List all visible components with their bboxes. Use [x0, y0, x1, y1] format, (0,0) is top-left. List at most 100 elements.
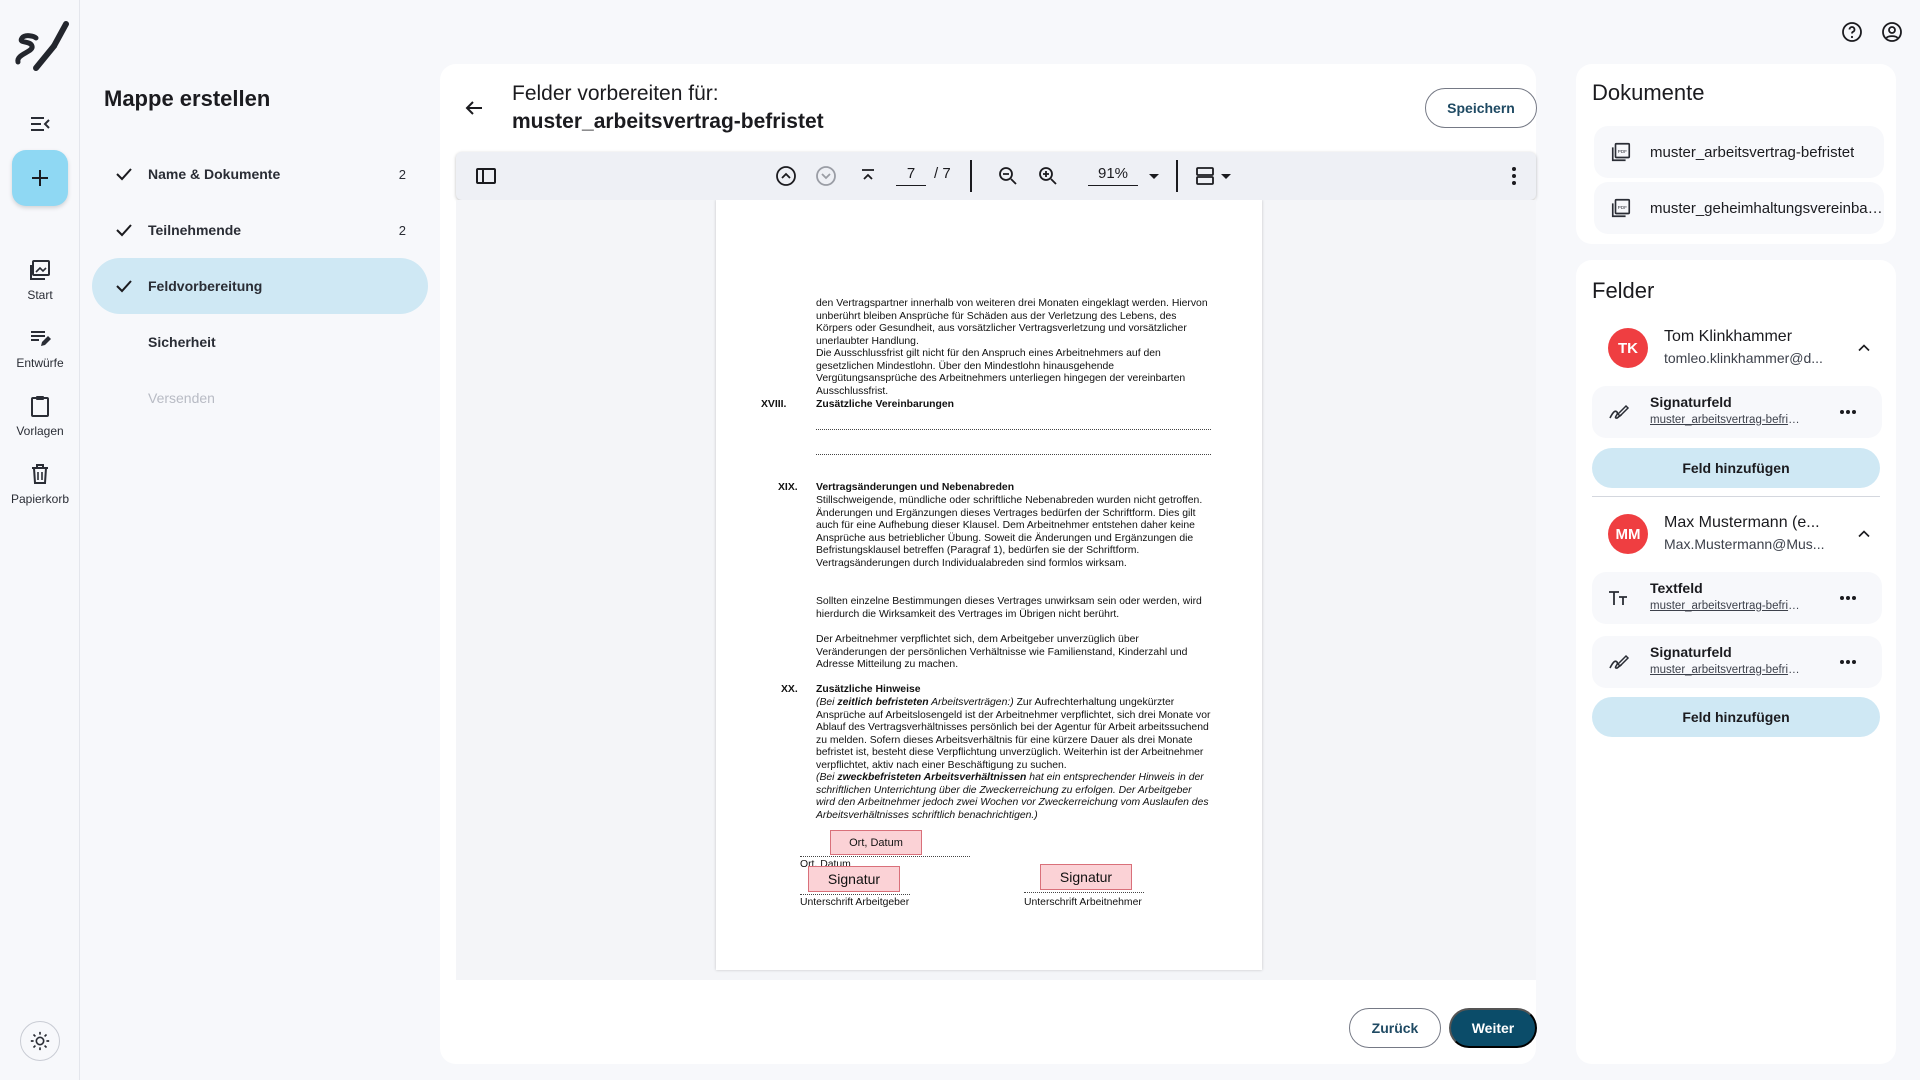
section-heading: Zusätzliche Hinweise [816, 684, 921, 695]
text-italic: Arbeitsverträgen:) [928, 697, 1014, 708]
view-mode-icon[interactable] [1194, 164, 1238, 188]
field-document-link[interactable]: muster_arbeitsvertrag-befristet [1650, 414, 1805, 426]
section-heading: Vertragsänderungen und Nebenabreden [816, 482, 1015, 493]
add-field-button[interactable]: Feld hinzufügen [1592, 697, 1880, 737]
more-horizontal-icon[interactable] [1838, 592, 1858, 604]
field-item[interactable]: Signaturfeld muster_arbeitsvertrag-befri… [1592, 386, 1882, 438]
paragraph: Der Arbeitnehmer verpflichtet sich, dem … [816, 634, 1188, 671]
step-name-documents[interactable]: Name & Dokumente 2 [92, 146, 428, 202]
more-horizontal-icon[interactable] [1838, 656, 1858, 668]
document-item[interactable]: PDF muster_arbeitsvertrag-befristet [1594, 126, 1884, 178]
section-number: XIX. [778, 482, 798, 493]
participant-header[interactable]: MM Max Mustermann (e... Max.Mustermann@M… [1592, 504, 1882, 564]
navigation-rail: Start Entwürfe Vorlagen Papierkorb [0, 0, 80, 1080]
help-icon[interactable] [1840, 20, 1864, 44]
fields-title: Felder [1592, 278, 1655, 303]
rail-item-drafts[interactable]: Entwürfe [0, 326, 80, 370]
chevron-up-icon[interactable] [1854, 524, 1874, 544]
field-item[interactable]: Textfeld muster_arbeitsvertrag-befristet [1592, 572, 1882, 624]
employer-signature-field[interactable]: Signatur [808, 866, 900, 892]
field-name: Signaturfeld [1650, 644, 1732, 660]
sidebar-toggle-icon[interactable] [474, 164, 498, 188]
dotted-line [816, 429, 1211, 430]
text-italic: (Bei [816, 697, 838, 708]
step-label: Feldvorbereitung [148, 278, 263, 294]
documents-title: Dokumente [1592, 80, 1705, 105]
field-document-link[interactable]: muster_arbeitsvertrag-befristet [1650, 664, 1805, 676]
step-participants[interactable]: Teilnehmende 2 [92, 202, 428, 258]
participant-email: tomleo.klinkhammer@d... [1664, 350, 1823, 366]
field-name: Signaturfeld [1650, 394, 1732, 410]
date-field[interactable]: Ort, Datum [830, 830, 922, 855]
first-page-icon[interactable] [856, 164, 880, 188]
zoom-select[interactable]: 91% [1088, 162, 1138, 186]
page-number-input[interactable]: 7 [896, 162, 926, 186]
back-arrow-icon[interactable] [462, 96, 486, 120]
rail-item-label: Papierkorb [10, 492, 70, 506]
document-item[interactable]: PDF muster_geheimhaltungsvereinbarung [1594, 182, 1884, 234]
field-name: Textfeld [1650, 580, 1703, 596]
signature-line [800, 856, 970, 857]
rail-item-label: Start [27, 288, 53, 302]
more-options-icon[interactable] [1502, 164, 1526, 188]
pdf-viewer[interactable]: den Vertragspartner innerhalb von weiter… [456, 200, 1536, 980]
start-icon [30, 260, 50, 280]
signature-line [1024, 892, 1144, 893]
next-page-icon[interactable] [814, 164, 838, 188]
rail-item-start[interactable]: Start [0, 258, 80, 302]
divider [1592, 496, 1880, 497]
add-field-button[interactable]: Feld hinzufügen [1592, 448, 1880, 488]
step-security[interactable]: Sicherheit [92, 314, 428, 370]
participant-header[interactable]: TK Tom Klinkhammer tomleo.klinkhammer@d.… [1592, 318, 1882, 378]
text-bold: zweckbefristeten Arbeitsverhältnissen [837, 772, 1027, 783]
theme-toggle-button[interactable] [20, 1021, 60, 1061]
more-horizontal-icon[interactable] [1838, 406, 1858, 418]
toolbar-divider [1176, 160, 1178, 192]
field-editor-card: Felder vorbereiten für: muster_arbeitsve… [440, 64, 1537, 1064]
signature-line [800, 894, 910, 895]
save-button[interactable]: Speichern [1425, 88, 1537, 128]
zoom-out-icon[interactable] [996, 164, 1020, 188]
trash-icon [32, 464, 48, 484]
svg-text:PDF: PDF [1618, 205, 1627, 210]
rail-item-templates[interactable]: Vorlagen [0, 394, 80, 438]
drafts-icon [31, 331, 51, 346]
check-icon [116, 224, 132, 237]
svg-text:PDF: PDF [1618, 149, 1627, 154]
page-total: / 7 [934, 165, 951, 182]
toolbar-divider [970, 160, 972, 192]
paragraph: den Vertragspartner innerhalb von weiter… [816, 298, 1208, 347]
next-button[interactable]: Weiter [1449, 1008, 1537, 1048]
chevron-up-icon[interactable] [1854, 338, 1874, 358]
document-name: muster_geheimhaltungsvereinbarung [1650, 199, 1884, 217]
back-button[interactable]: Zurück [1349, 1008, 1441, 1048]
section-heading: Zusätzliche Vereinbarungen [816, 399, 955, 410]
app-logo[interactable] [12, 18, 70, 74]
zoom-in-icon[interactable] [1036, 164, 1060, 188]
section-number: XVIII. [761, 399, 787, 410]
menu-collapse-icon[interactable] [28, 112, 52, 136]
signature-icon [1609, 404, 1630, 419]
check-icon [116, 168, 132, 181]
sun-icon [30, 1031, 50, 1051]
previous-page-icon[interactable] [774, 164, 798, 188]
employee-caption: Unterschrift Arbeitnehmer [1024, 897, 1142, 908]
participant-name: Max Mustermann (e... [1664, 514, 1820, 531]
pdf-page: den Vertragspartner innerhalb von weiter… [716, 200, 1262, 970]
step-count: 2 [398, 222, 406, 238]
create-button[interactable] [12, 150, 68, 206]
pdf-file-icon: PDF [1611, 142, 1631, 162]
field-item[interactable]: Signaturfeld muster_arbeitsvertrag-befri… [1592, 636, 1882, 688]
account-icon[interactable] [1880, 20, 1904, 44]
rail-item-trash[interactable]: Papierkorb [0, 462, 80, 506]
field-document-link[interactable]: muster_arbeitsvertrag-befristet [1650, 600, 1805, 612]
employee-signature-field[interactable]: Signatur [1040, 864, 1132, 890]
fields-card: Felder TK Tom Klinkhammer tomleo.klinkha… [1576, 260, 1896, 1064]
zoom-dropdown-icon[interactable] [1142, 164, 1166, 188]
section-number: XX. [781, 684, 798, 695]
step-label: Versenden [148, 390, 215, 406]
paragraph: (Bei zeitlich befristeten Arbeitsverträg… [816, 697, 1211, 773]
paragraph: Sollten einzelne Bestimmungen dieses Ver… [816, 596, 1202, 620]
text: Zur Aufrechterhaltung ungekürzter Ansprü… [816, 697, 1211, 771]
step-field-preparation[interactable]: Feldvorbereitung [92, 258, 428, 314]
